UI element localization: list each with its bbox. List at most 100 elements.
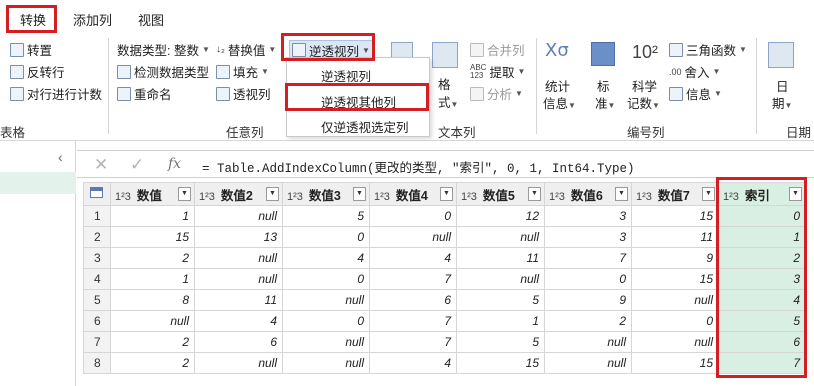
table-cell[interactable]: 7 — [369, 310, 457, 332]
table-cell[interactable]: null — [282, 331, 370, 353]
table-cell[interactable]: null — [282, 352, 370, 374]
table-cell[interactable]: 7 — [369, 331, 457, 353]
merge-columns-button[interactable]: 合并列 — [470, 40, 525, 59]
column-filter-icon[interactable]: ▼ — [702, 187, 715, 201]
table-cell[interactable]: 0 — [282, 310, 370, 332]
table-cell[interactable]: 15 — [456, 352, 545, 374]
collapse-pane-icon[interactable]: ‹ — [58, 149, 63, 165]
table-menu-icon[interactable] — [83, 182, 111, 206]
table-cell[interactable]: 2 — [110, 247, 195, 269]
table-cell[interactable]: 0 — [282, 268, 370, 290]
cancel-formula-icon[interactable]: ✕ — [94, 155, 108, 175]
table-cell[interactable]: 0 — [631, 310, 719, 332]
column-filter-icon[interactable]: ▼ — [440, 187, 453, 201]
tab-add-column[interactable]: 添加列 — [73, 10, 112, 29]
table-row[interactable]: 2 15 13 0 null null 3 11 1 — [83, 226, 806, 248]
table-cell[interactable]: 0 — [369, 205, 457, 227]
table-cell[interactable]: 7 — [718, 352, 806, 374]
statistics-sub-label[interactable]: 信息▼ — [543, 93, 576, 112]
table-cell[interactable]: 9 — [544, 289, 632, 311]
data-type-dropdown[interactable]: 数据类型: 整数 ▼ — [117, 40, 210, 59]
table-cell[interactable]: 3 — [544, 226, 632, 248]
column-filter-icon[interactable]: ▼ — [789, 187, 802, 201]
column-header[interactable]: 1²3 数值6 ▼ — [544, 182, 632, 206]
format-icon[interactable] — [432, 42, 458, 68]
table-cell[interactable]: 4 — [194, 310, 283, 332]
table-row[interactable]: 8 2 null null 4 15 null 15 7 — [83, 352, 806, 374]
column-header[interactable]: 1²3 数值3 ▼ — [282, 182, 370, 206]
confirm-formula-icon[interactable]: ✓ — [130, 155, 144, 175]
table-cell[interactable]: 1 — [110, 205, 195, 227]
table-cell[interactable]: 11 — [456, 247, 545, 269]
table-cell[interactable]: 4 — [718, 289, 806, 311]
scientific-sub-label[interactable]: 记数▼ — [627, 93, 660, 112]
table-cell[interactable]: 9 — [631, 247, 719, 269]
column-filter-icon[interactable]: ▼ — [178, 187, 191, 201]
table-cell[interactable]: 0 — [544, 268, 632, 290]
table-cell[interactable]: 2 — [544, 310, 632, 332]
table-cell[interactable]: 6 — [369, 289, 457, 311]
column-header[interactable]: 1²3 数值5 ▼ — [456, 182, 545, 206]
date-sub-label[interactable]: 期▼ — [772, 93, 792, 112]
rounding-button[interactable]: .00 舍入 ▼ — [669, 62, 720, 81]
information-button[interactable]: 信息 ▼ — [669, 84, 722, 103]
table-cell[interactable]: null — [456, 268, 545, 290]
row-number[interactable]: 3 — [83, 247, 111, 269]
column-filter-icon[interactable]: ▼ — [353, 187, 366, 201]
table-cell[interactable]: 15 — [631, 352, 719, 374]
table-cell[interactable]: 15 — [110, 226, 195, 248]
menu-item-unpivot-selected-columns[interactable]: 仅逆透视选定列 — [321, 117, 409, 136]
row-number[interactable]: 4 — [83, 268, 111, 290]
table-cell[interactable]: 5 — [456, 289, 545, 311]
replace-values-button[interactable]: ↓₂ 替换值 ▼ — [216, 40, 276, 59]
fx-icon[interactable]: fx — [168, 156, 181, 172]
table-cell[interactable]: 5 — [282, 205, 370, 227]
table-cell[interactable]: 3 — [718, 268, 806, 290]
table-cell[interactable]: 3 — [544, 205, 632, 227]
column-header[interactable]: 1²3 数值4 ▼ — [369, 182, 457, 206]
table-cell[interactable]: 2 — [718, 247, 806, 269]
table-cell[interactable]: 7 — [544, 247, 632, 269]
column-filter-icon[interactable]: ▼ — [615, 187, 628, 201]
table-cell[interactable]: 4 — [369, 352, 457, 374]
parse-button[interactable]: 分析 ▼ — [470, 84, 523, 103]
tab-transform[interactable]: 转换 — [20, 10, 46, 29]
selected-query-highlight[interactable] — [0, 172, 76, 194]
table-cell[interactable]: 1 — [456, 310, 545, 332]
table-cell[interactable]: null — [194, 352, 283, 374]
tab-view[interactable]: 视图 — [138, 10, 164, 29]
table-cell[interactable]: null — [544, 352, 632, 374]
table-cell[interactable]: 15 — [631, 205, 719, 227]
row-number[interactable]: 2 — [83, 226, 111, 248]
table-cell[interactable]: 0 — [282, 226, 370, 248]
table-cell[interactable]: null — [631, 331, 719, 353]
column-header[interactable]: 1²3 数值2 ▼ — [194, 182, 283, 206]
column-header[interactable]: 1²3 数值7 ▼ — [631, 182, 719, 206]
column-filter-icon[interactable]: ▼ — [528, 187, 541, 201]
detect-type-button[interactable]: 检测数据类型 — [117, 62, 209, 81]
table-cell[interactable]: 6 — [718, 331, 806, 353]
table-cell[interactable]: 1 — [110, 268, 195, 290]
table-cell[interactable]: 0 — [718, 205, 806, 227]
table-cell[interactable]: 12 — [456, 205, 545, 227]
pivot-button[interactable]: 透视列 — [216, 84, 271, 103]
table-cell[interactable]: 4 — [282, 247, 370, 269]
table-cell[interactable]: 7 — [369, 268, 457, 290]
standard-sub-label[interactable]: 准▼ — [595, 93, 615, 112]
table-cell[interactable]: null — [544, 331, 632, 353]
table-cell[interactable]: null — [282, 289, 370, 311]
extract-button[interactable]: ABC 123 提取 ▼ — [470, 62, 525, 81]
table-row[interactable]: 4 1 null 0 7 null 0 15 3 — [83, 268, 806, 290]
table-cell[interactable]: 5 — [456, 331, 545, 353]
table-cell[interactable]: null — [369, 226, 457, 248]
table-cell[interactable]: null — [456, 226, 545, 248]
table-row[interactable]: 7 2 6 null 7 5 null null 6 — [83, 331, 806, 353]
row-number[interactable]: 1 — [83, 205, 111, 227]
menu-item-unpivot-columns[interactable]: 逆透视列 — [321, 66, 371, 85]
table-row[interactable]: 6 null 4 0 7 1 2 0 5 — [83, 310, 806, 332]
table-cell[interactable]: 2 — [110, 331, 195, 353]
table-row[interactable]: 3 2 null 4 4 11 7 9 2 — [83, 247, 806, 269]
table-cell[interactable]: 13 — [194, 226, 283, 248]
menu-item-unpivot-other-columns[interactable]: 逆透视其他列 — [321, 92, 396, 111]
table-cell[interactable]: 8 — [110, 289, 195, 311]
